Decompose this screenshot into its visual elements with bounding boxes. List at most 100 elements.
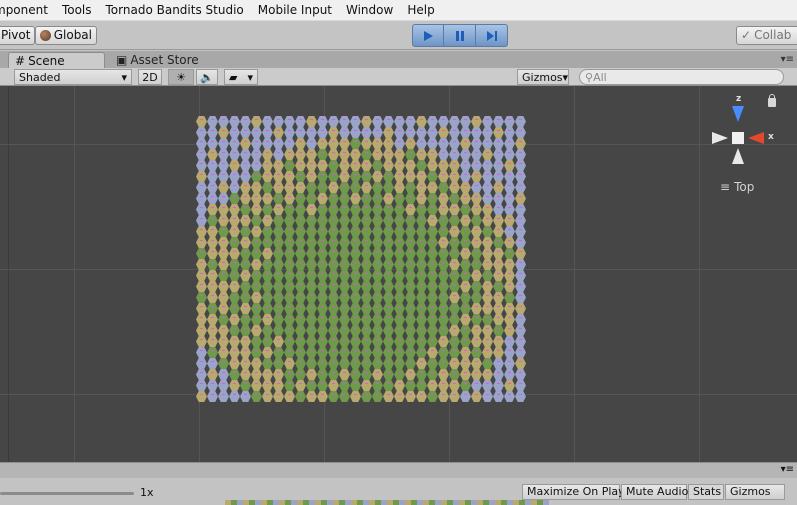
- check-icon: ✓: [741, 28, 752, 42]
- hex-tile: [262, 204, 273, 215]
- hex-tile: [262, 160, 273, 171]
- stats-button[interactable]: Stats: [688, 484, 724, 500]
- scene-viewport[interactable]: z x ≡ Top: [0, 86, 797, 462]
- hex-tile: [493, 237, 504, 248]
- view-top-label[interactable]: ≡ Top: [720, 180, 754, 194]
- speaker-icon: 🔈: [200, 70, 214, 84]
- gizmos-button[interactable]: Gizmos: [725, 484, 785, 500]
- hex-tile: [262, 380, 273, 391]
- hex-tile: [361, 391, 372, 402]
- hex-tile: [251, 116, 262, 127]
- effects-dropdown[interactable]: ▰ ▾: [224, 69, 258, 85]
- menu-component[interactable]: mponent: [0, 0, 55, 21]
- hex-tile: [471, 281, 482, 292]
- hex-tile: [339, 160, 350, 171]
- pivot-toggle[interactable]: Pivot: [0, 26, 35, 45]
- pause-button[interactable]: [444, 24, 476, 47]
- center-cube-icon[interactable]: [732, 132, 744, 144]
- hex-tile: [361, 248, 372, 259]
- hex-tile: [416, 380, 427, 391]
- tab-asset-store[interactable]: ▣ Asset Store: [110, 52, 210, 68]
- hex-tile: [427, 391, 438, 402]
- hex-tile: [328, 193, 339, 204]
- hex-tile: [306, 226, 317, 237]
- hex-tile: [273, 314, 284, 325]
- search-icon: ⚲: [585, 70, 594, 84]
- hex-tile: [427, 116, 438, 127]
- hex-tile: [284, 391, 295, 402]
- hex-tile: [471, 171, 482, 182]
- hex-tile: [273, 281, 284, 292]
- mute-audio-button[interactable]: Mute Audio: [621, 484, 688, 500]
- hex-tile: [405, 281, 416, 292]
- hex-tile: [493, 116, 504, 127]
- hex-tile: [317, 237, 328, 248]
- menu-window[interactable]: Window: [339, 0, 400, 21]
- hex-tile: [405, 325, 416, 336]
- maximize-on-play-button[interactable]: Maximize On Play: [522, 484, 625, 500]
- x-axis-cone-icon[interactable]: [748, 132, 764, 144]
- hex-tile: [317, 160, 328, 171]
- hex-tile: [350, 226, 361, 237]
- hex-tile: [328, 391, 339, 402]
- hex-tile: [218, 127, 229, 138]
- hex-tile: [317, 127, 328, 138]
- hex-tile: [306, 314, 317, 325]
- hex-tile: [394, 325, 405, 336]
- hex-tile: [515, 138, 526, 149]
- hex-tile: [361, 314, 372, 325]
- lock-icon[interactable]: [768, 94, 776, 107]
- gizmos-label: Gizmos: [522, 70, 563, 84]
- hex-tile: [339, 314, 350, 325]
- hex-tile: [493, 193, 504, 204]
- hex-tile: [262, 336, 273, 347]
- menu-tornado-bandits-studio[interactable]: Tornado Bandits Studio: [99, 0, 251, 21]
- hex-tile: [350, 270, 361, 281]
- hex-tile: [218, 182, 229, 193]
- hex-tile: [273, 226, 284, 237]
- hex-tile: [229, 358, 240, 369]
- hex-tile: [284, 171, 295, 182]
- tab-scene[interactable]: # Scene: [8, 52, 105, 68]
- hex-tile: [372, 380, 383, 391]
- hex-tile: [317, 347, 328, 358]
- hex-tile: [471, 369, 482, 380]
- hex-tile: [438, 325, 449, 336]
- hex-tile: [218, 248, 229, 259]
- global-toggle[interactable]: Global: [35, 26, 97, 45]
- menu-mobile-input[interactable]: Mobile Input: [251, 0, 339, 21]
- audio-toggle[interactable]: 🔈: [196, 69, 218, 85]
- hex-tile: [471, 204, 482, 215]
- hex-tile: [372, 248, 383, 259]
- hex-tile: [504, 182, 515, 193]
- hex-tile: [284, 160, 295, 171]
- game-menu-icon[interactable]: ▾≡: [781, 464, 794, 475]
- tab-menu-icon[interactable]: ▾≡: [781, 54, 794, 65]
- negative-x-cone-icon[interactable]: [712, 132, 728, 144]
- hex-tile: [405, 303, 416, 314]
- play-button[interactable]: [412, 24, 444, 47]
- lighting-toggle[interactable]: ☀: [168, 69, 194, 85]
- hex-tile: [207, 369, 218, 380]
- z-axis-cone-icon[interactable]: [732, 106, 744, 122]
- collab-button[interactable]: ✓ Collab: [736, 26, 797, 45]
- menu-help[interactable]: Help: [400, 0, 441, 21]
- scene-search-input[interactable]: ⚲ All: [579, 69, 784, 85]
- hex-tile: [196, 347, 207, 358]
- negative-z-cone-icon[interactable]: [732, 148, 744, 164]
- store-icon: ▣: [116, 53, 128, 67]
- hex-terrain-map[interactable]: [196, 116, 526, 402]
- hex-tile: [449, 182, 460, 193]
- hex-tile: [427, 325, 438, 336]
- shading-dropdown[interactable]: Shaded ▾: [14, 69, 132, 85]
- menu-tools[interactable]: Tools: [55, 0, 99, 21]
- hex-tile: [350, 292, 361, 303]
- hex-tile: [339, 270, 350, 281]
- hex-tile: [295, 325, 306, 336]
- scale-slider[interactable]: [0, 492, 134, 495]
- 2d-toggle[interactable]: 2D: [138, 69, 162, 85]
- step-button[interactable]: [476, 24, 508, 47]
- hex-tile: [361, 358, 372, 369]
- gizmos-dropdown[interactable]: Gizmos ▾: [517, 69, 569, 85]
- hex-tile: [218, 193, 229, 204]
